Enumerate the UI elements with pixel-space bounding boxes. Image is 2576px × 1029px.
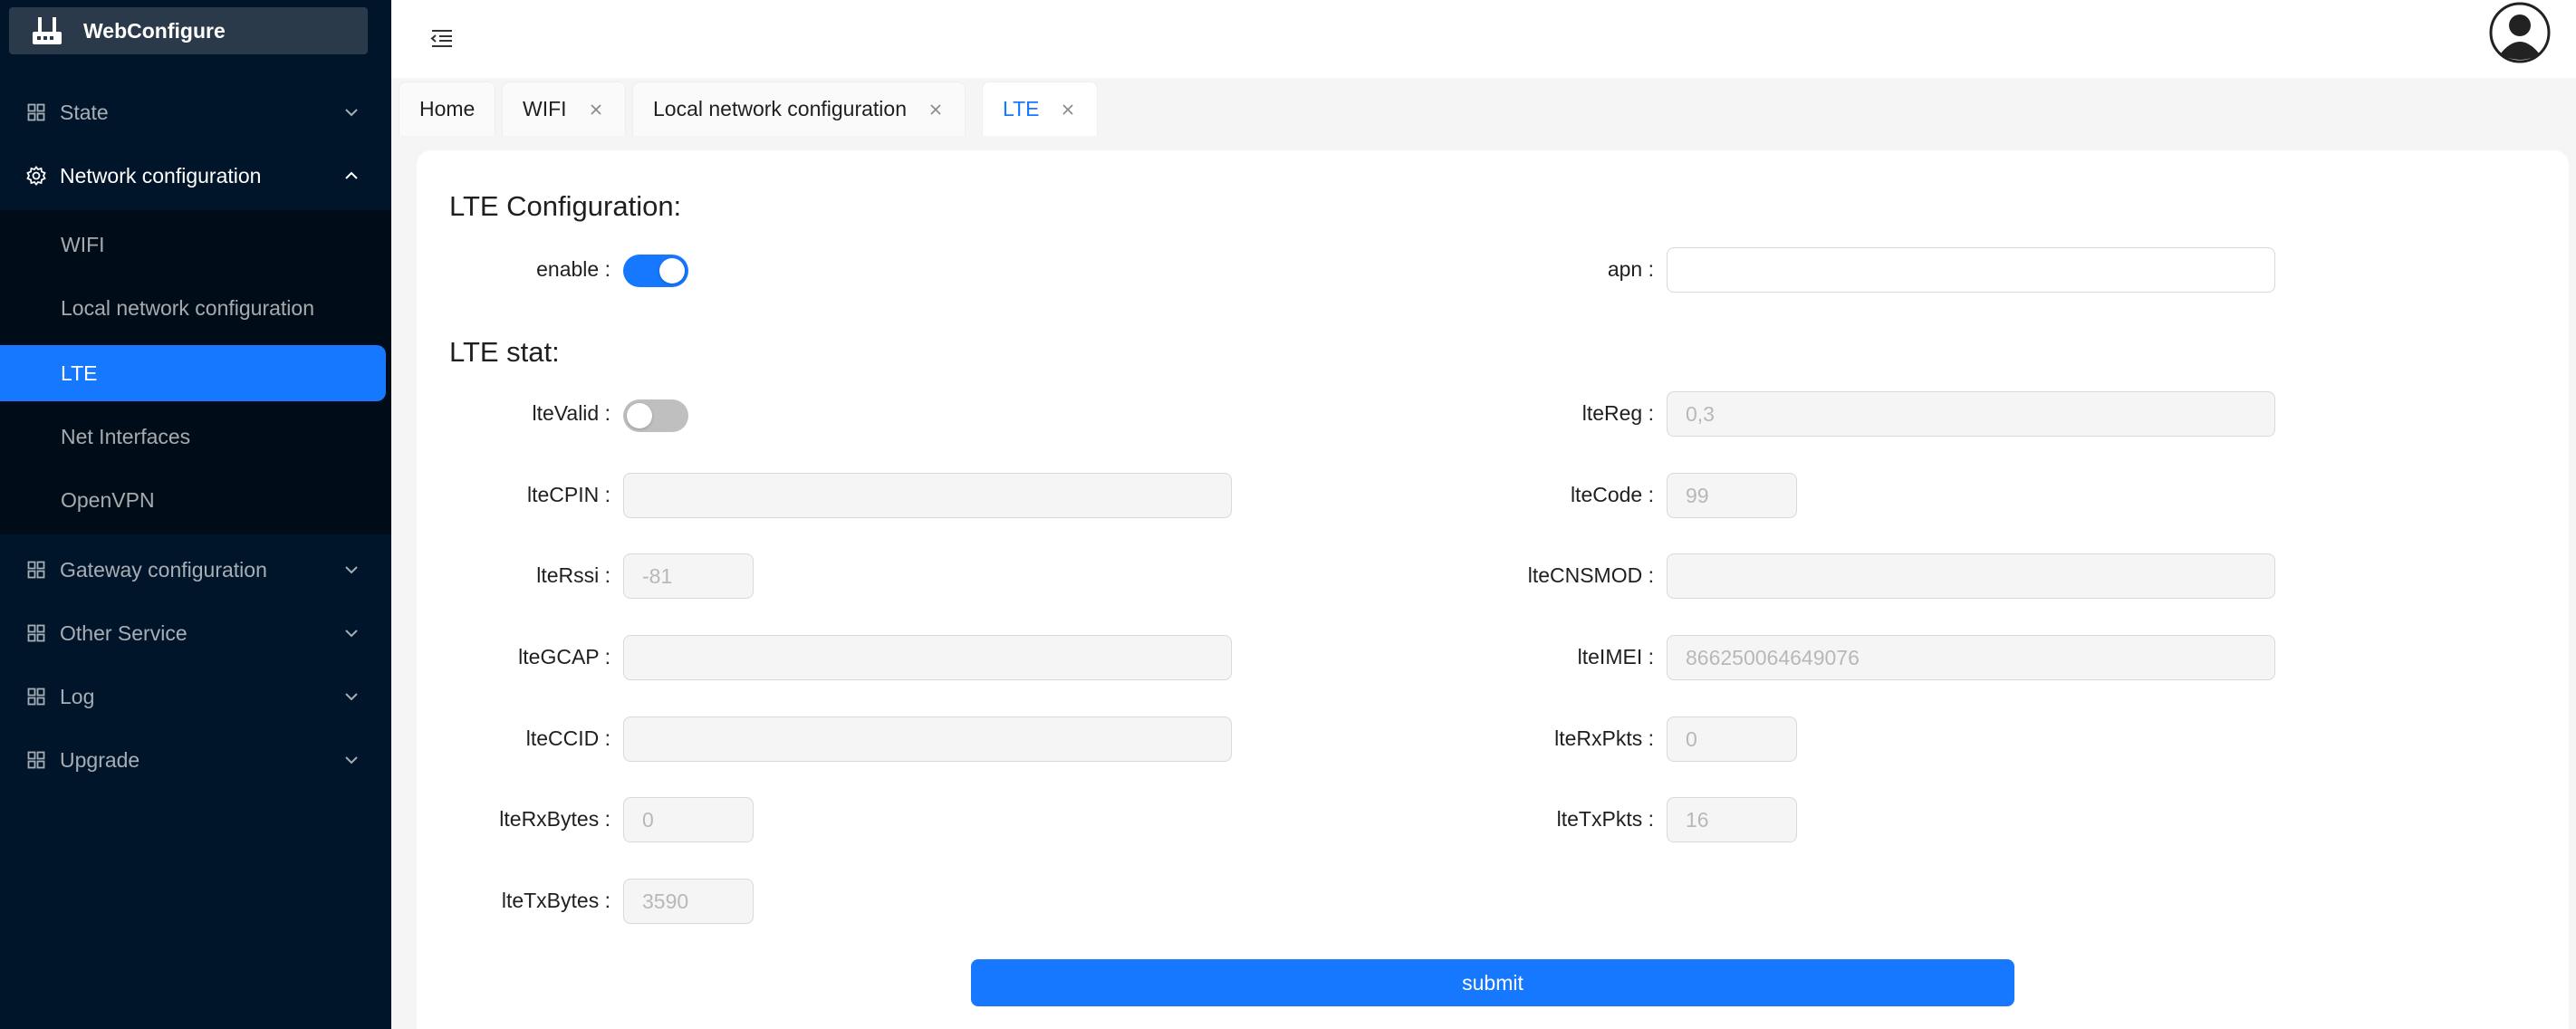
menu-fold-icon[interactable]	[424, 20, 460, 56]
lteTxBytes-input[interactable]: 3590	[623, 879, 754, 924]
lteCNSMOD-input[interactable]	[1667, 553, 2275, 599]
enable-label: enable :	[536, 257, 610, 281]
lteReg-label: lteReg :	[1581, 401, 1654, 425]
sidebar: WebConfigure State Network configuration…	[0, 0, 391, 1029]
menu-network-configuration[interactable]: Network configuration	[0, 144, 391, 207]
tab-lte-label: LTE	[1003, 97, 1040, 120]
tab-bar: Home WIFI Local network configuration LT…	[391, 78, 2576, 136]
menu-other-service[interactable]: Other Service	[0, 601, 391, 665]
lteCCID-input[interactable]	[623, 716, 1232, 762]
appstore-icon	[25, 101, 47, 123]
close-icon[interactable]	[587, 101, 605, 119]
submenu-lte[interactable]: LTE	[0, 345, 386, 401]
menu-gateway-label: Gateway configuration	[60, 557, 267, 582]
switch-knob	[659, 258, 685, 284]
enable-switch[interactable]	[623, 255, 688, 287]
chevron-up-icon	[341, 165, 362, 187]
appstore-icon	[25, 622, 47, 644]
close-icon[interactable]	[927, 101, 945, 119]
menu-other-label: Other Service	[60, 620, 187, 645]
tab-home[interactable]: Home	[399, 82, 496, 136]
lteRxPkts-input[interactable]: 0	[1667, 716, 1797, 762]
router-icon	[29, 14, 65, 47]
lteRxBytes-label: lteRxBytes :	[499, 807, 610, 831]
gear-icon	[25, 165, 47, 187]
appstore-icon	[25, 686, 47, 707]
lteRxPkts-label: lteRxPkts :	[1554, 726, 1654, 750]
menu-upgrade[interactable]: Upgrade	[0, 728, 391, 792]
lteCode-input[interactable]: 99	[1667, 473, 1797, 518]
submenu-wifi[interactable]: WIFI	[0, 216, 386, 273]
apn-input[interactable]	[1667, 247, 2275, 293]
tab-lte[interactable]: LTE	[982, 82, 1099, 136]
menu-log[interactable]: Log	[0, 665, 391, 728]
apn-label: apn :	[1607, 257, 1654, 281]
lteValid-label: lteValid :	[532, 401, 610, 425]
user-avatar[interactable]	[2489, 2, 2551, 63]
menu-network-label: Network configuration	[60, 163, 262, 188]
chevron-down-icon	[341, 749, 362, 771]
submenu-net-interfaces[interactable]: Net Interfaces	[0, 409, 386, 465]
lteCCID-label: lteCCID :	[525, 726, 610, 750]
chevron-down-icon	[341, 101, 362, 123]
close-icon[interactable]	[1059, 101, 1077, 119]
chevron-down-icon	[341, 622, 362, 644]
tab-local-network-label: Local network configuration	[653, 97, 907, 120]
lteTxPkts-label: lteTxPkts :	[1556, 807, 1654, 831]
lteCPIN-label: lteCPIN :	[526, 483, 610, 506]
lteTxPkts-input[interactable]: 16	[1667, 797, 1797, 842]
lteCode-label: lteCode :	[1570, 483, 1654, 506]
lteRssi-label: lteRssi :	[536, 563, 610, 587]
menu-gateway-configuration[interactable]: Gateway configuration	[0, 538, 391, 601]
menu-state[interactable]: State	[0, 81, 391, 144]
chevron-down-icon	[341, 559, 362, 581]
header	[391, 0, 2576, 78]
tab-local-network[interactable]: Local network configuration	[632, 82, 966, 136]
lteCPIN-input[interactable]	[623, 473, 1232, 518]
menu-log-label: Log	[60, 684, 95, 708]
lteGCAP-input[interactable]	[623, 635, 1232, 680]
lteTxBytes-label: lteTxBytes :	[501, 889, 610, 912]
brand-logo[interactable]: WebConfigure	[9, 7, 368, 54]
chevron-down-icon	[341, 686, 362, 707]
lteRxBytes-input[interactable]: 0	[623, 797, 754, 842]
lteIMEI-label: lteIMEI :	[1577, 645, 1654, 668]
lte-config-title: LTE Configuration:	[449, 190, 682, 222]
lte-stat-title: LTE stat:	[449, 336, 560, 368]
lteGCAP-label: lteGCAP :	[518, 645, 610, 668]
submenu-local-network[interactable]: Local network configuration	[0, 280, 386, 336]
lteValid-switch[interactable]	[623, 399, 688, 432]
lteIMEI-input[interactable]: 866250064649076	[1667, 635, 2275, 680]
appstore-icon	[25, 559, 47, 581]
menu-state-label: State	[60, 100, 109, 124]
tab-wifi[interactable]: WIFI	[502, 82, 626, 136]
appstore-icon	[25, 749, 47, 771]
brand-name: WebConfigure	[83, 18, 226, 43]
menu-upgrade-label: Upgrade	[60, 747, 140, 772]
tab-wifi-label: WIFI	[523, 97, 567, 120]
switch-knob	[627, 403, 652, 428]
tab-home-label: Home	[419, 97, 476, 120]
submenu-openvpn[interactable]: OpenVPN	[0, 472, 386, 528]
lteRssi-input[interactable]: -81	[623, 553, 754, 599]
network-submenu: WIFI Local network configuration LTE Net…	[0, 210, 391, 534]
submit-button[interactable]: submit	[971, 959, 2014, 1006]
lteCNSMOD-label: lteCNSMOD :	[1527, 563, 1654, 587]
lteReg-input[interactable]: 0,3	[1667, 391, 2275, 437]
